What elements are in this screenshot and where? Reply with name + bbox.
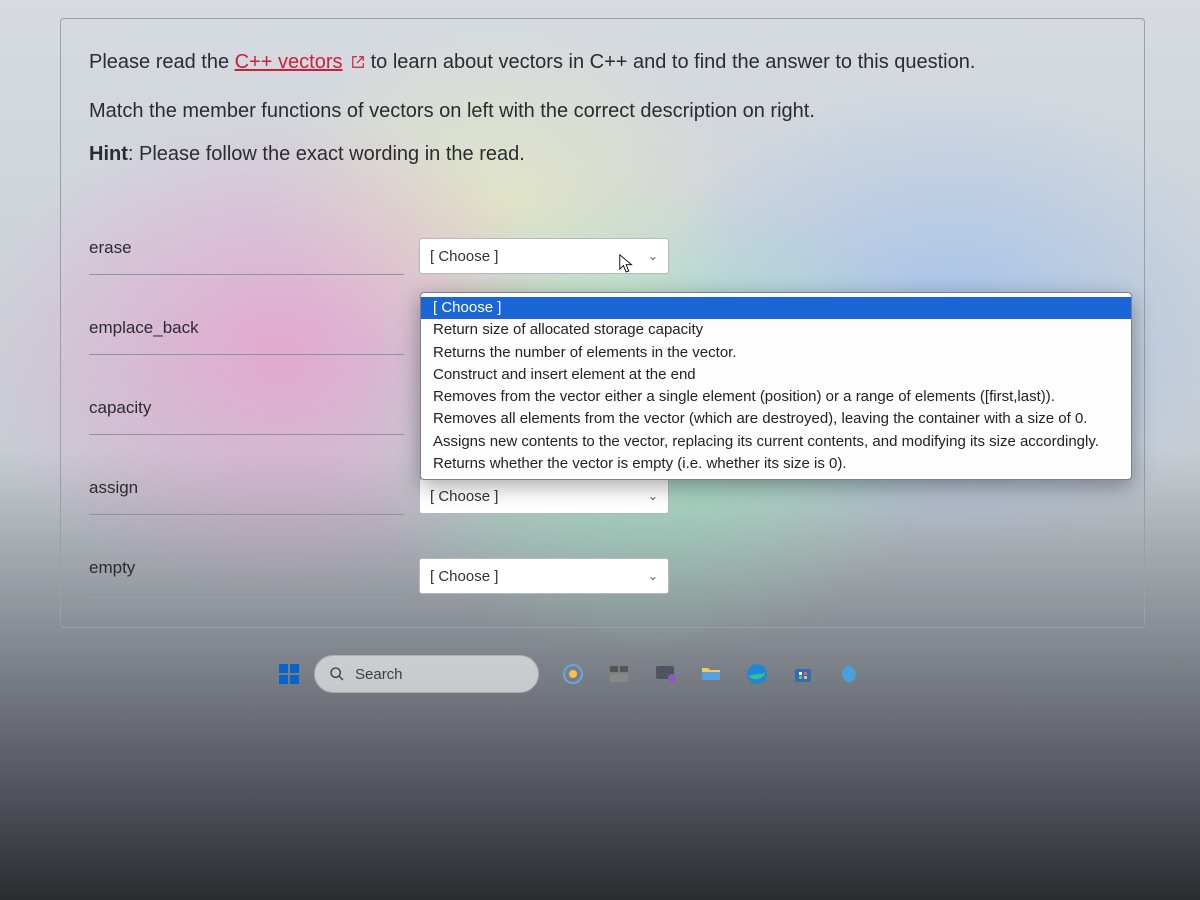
match-label: emplace_back	[89, 318, 419, 344]
folder-icon	[699, 662, 723, 686]
dropdown-option[interactable]: Assigns new contents to the vector, repl…	[421, 431, 1131, 453]
chevron-down-icon: ⌄	[648, 569, 658, 583]
select-assign[interactable]: [ Choose ] ⌄	[419, 478, 669, 514]
divider	[89, 354, 404, 355]
start-button[interactable]	[270, 655, 308, 693]
instruction-text: Match the member functions of vectors on…	[89, 100, 1116, 123]
app-icon	[837, 662, 861, 686]
match-row-erase: erase [ Choose ] ⌄	[89, 216, 1116, 296]
hint-text: Hint: Please follow the exact wording in…	[89, 143, 1116, 166]
search-icon	[329, 666, 345, 682]
match-label: erase	[89, 238, 419, 264]
tray-expand[interactable]: ⌃	[1175, 656, 1188, 676]
taskbar-search[interactable]: Search	[314, 655, 539, 693]
dropdown-option[interactable]: Removes from the vector either a single …	[421, 386, 1131, 408]
match-label: assign	[89, 478, 419, 504]
dropdown-option[interactable]: Return size of allocated storage capacit…	[421, 319, 1131, 341]
taskbar-app-explorer[interactable]	[693, 656, 729, 692]
taskbar-icons	[555, 656, 867, 692]
taskbar-app-edge[interactable]	[739, 656, 775, 692]
dropdown-option[interactable]: [ Choose ]	[421, 297, 1131, 319]
divider	[89, 594, 404, 595]
match-row-empty: empty [ Choose ] ⌄	[89, 536, 1116, 616]
windows-icon	[277, 662, 301, 686]
search-placeholder: Search	[355, 666, 403, 683]
chevron-down-icon: ⌄	[648, 489, 658, 503]
divider	[89, 514, 404, 515]
hint-body: : Please follow the exact wording in the…	[128, 143, 525, 165]
divider	[89, 434, 404, 435]
select-value: [ Choose ]	[430, 568, 498, 585]
taskbar-app-taskview[interactable]	[601, 656, 637, 692]
cpp-vectors-link[interactable]: C++ vectors	[235, 51, 343, 73]
cursor-icon	[618, 253, 636, 275]
taskbar: Search	[270, 650, 867, 698]
match-label: capacity	[89, 398, 419, 424]
chevron-down-icon: ⌄	[648, 249, 658, 263]
intro-text: Please read the C++ vectors to learn abo…	[89, 47, 1116, 78]
dropdown-panel: [ Choose ] Return size of allocated stor…	[420, 292, 1132, 480]
dropdown-option[interactable]: Removes all elements from the vector (wh…	[421, 408, 1131, 430]
edge-icon	[745, 662, 769, 686]
store-icon	[791, 662, 815, 686]
intro-after: to learn about vectors in C++ and to fin…	[371, 51, 976, 73]
match-label: empty	[89, 558, 419, 584]
chevron-up-icon: ⌃	[1175, 658, 1188, 675]
taskview-icon	[607, 662, 631, 686]
dropdown-option[interactable]: Returns whether the vector is empty (i.e…	[421, 453, 1131, 475]
select-value: [ Choose ]	[430, 248, 498, 265]
taskbar-app-generic[interactable]	[831, 656, 867, 692]
divider	[89, 274, 404, 275]
external-link-icon	[351, 48, 365, 62]
select-empty[interactable]: [ Choose ] ⌄	[419, 558, 669, 594]
dropdown-option[interactable]: Construct and insert element at the end	[421, 364, 1131, 386]
taskbar-app-copilot[interactable]	[555, 656, 591, 692]
dropdown-option[interactable]: Returns the number of elements in the ve…	[421, 342, 1131, 364]
taskbar-app-chat[interactable]	[647, 656, 683, 692]
intro-before: Please read the	[89, 51, 235, 73]
chat-icon	[653, 662, 677, 686]
copilot-icon	[561, 662, 585, 686]
taskbar-app-store[interactable]	[785, 656, 821, 692]
select-value: [ Choose ]	[430, 488, 498, 505]
hint-label: Hint	[89, 143, 128, 165]
